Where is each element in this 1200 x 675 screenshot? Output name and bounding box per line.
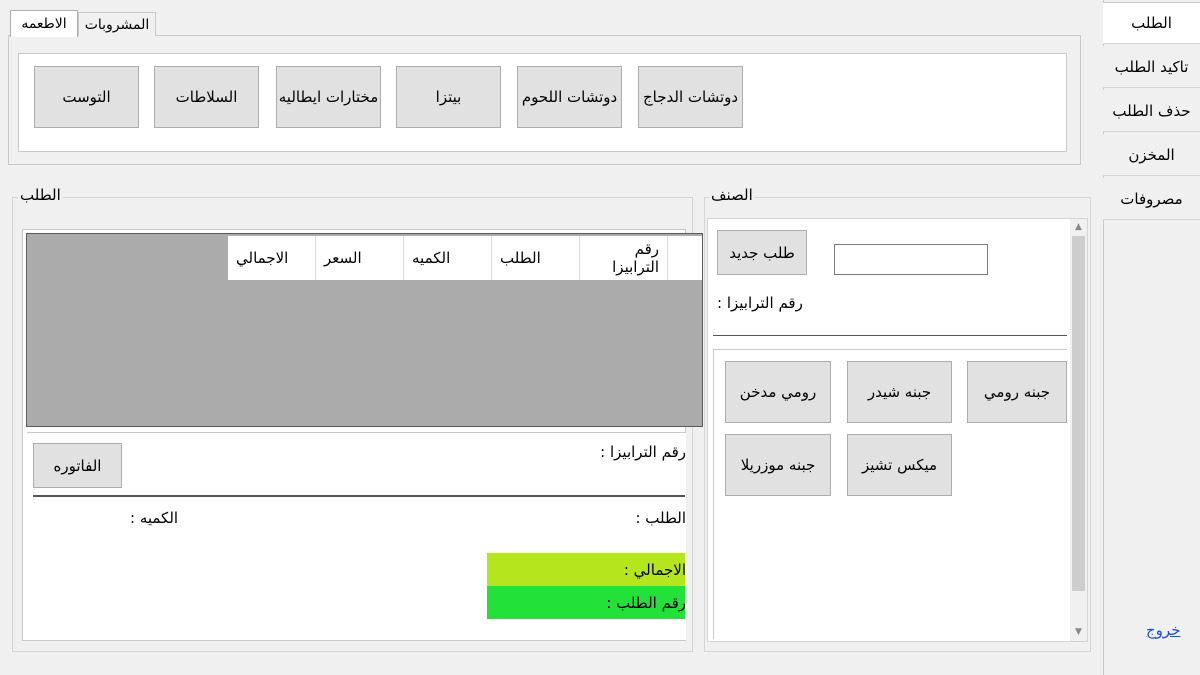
item-table-number-label: رقم الترابيزا :: [717, 294, 803, 312]
item-mix-cheese-button[interactable]: ميكس تشيز: [847, 434, 952, 496]
sidebar-item-confirm-order[interactable]: تاكيد الطلب: [1103, 46, 1200, 88]
order-divider: [33, 495, 685, 497]
item-cheddar-cheese-button[interactable]: جبنه شيدر: [847, 361, 952, 423]
category-salads-button[interactable]: السلاطات: [154, 66, 259, 128]
invoice-button[interactable]: الفاتوره: [33, 443, 122, 488]
tab-food[interactable]: الاطعمه: [10, 10, 78, 37]
scroll-up-arrow-icon[interactable]: ▲: [1070, 219, 1087, 235]
scroll-thumb[interactable]: [1072, 236, 1085, 591]
sidebar-item-expenses[interactable]: مصروفات: [1103, 178, 1200, 220]
scroll-down-arrow-icon[interactable]: ▼: [1070, 624, 1087, 640]
order-quantity-label: الكميه :: [130, 509, 179, 527]
sidebar-item-store[interactable]: المخزن: [1103, 134, 1200, 176]
item-divider: [713, 335, 1067, 336]
column-header-price[interactable]: السعر: [316, 236, 404, 280]
category-pizza-button[interactable]: بيتزا: [396, 66, 501, 128]
table-number-input[interactable]: [834, 244, 988, 275]
item-mozzarella-cheese-button[interactable]: جبنه موزريلا: [725, 434, 831, 496]
column-header-table-number[interactable]: رقم الترابيزا: [580, 236, 668, 280]
total-label: الاجمالي :: [623, 561, 686, 579]
item-roumi-cheese-button[interactable]: جبنه رومي: [967, 361, 1067, 423]
new-order-button[interactable]: طلب جديد: [717, 230, 807, 275]
order-number-label: رقم الطلب :: [606, 594, 686, 612]
category-chicken-sandwiches-button[interactable]: دوتشات الدجاج: [638, 66, 743, 128]
item-smoked-roumi-button[interactable]: رومي مدخن: [725, 361, 831, 423]
item-group-title: الصنف: [709, 186, 755, 204]
category-italian-button[interactable]: مختارات ايطاليه: [276, 66, 381, 128]
order-group-title: الطلب: [18, 186, 63, 204]
order-table-number-label: رقم الترابيزا :: [600, 443, 686, 461]
row-header-corner: [668, 236, 702, 280]
tab-drinks[interactable]: المشروبات: [78, 12, 156, 36]
column-header-total[interactable]: الاجمالي: [228, 236, 316, 280]
category-toast-button[interactable]: التوست: [34, 66, 139, 128]
category-meat-sandwiches-button[interactable]: دوتشات اللحوم: [517, 66, 622, 128]
sidebar-item-order[interactable]: الطلب: [1103, 2, 1200, 44]
order-item-label: الطلب :: [635, 509, 686, 527]
sidebar-item-delete-order[interactable]: حذف الطلب: [1103, 90, 1200, 132]
column-header-quantity[interactable]: الكميه: [404, 236, 492, 280]
exit-link[interactable]: خروج: [1146, 621, 1180, 639]
column-header-order[interactable]: الطلب: [492, 236, 580, 280]
